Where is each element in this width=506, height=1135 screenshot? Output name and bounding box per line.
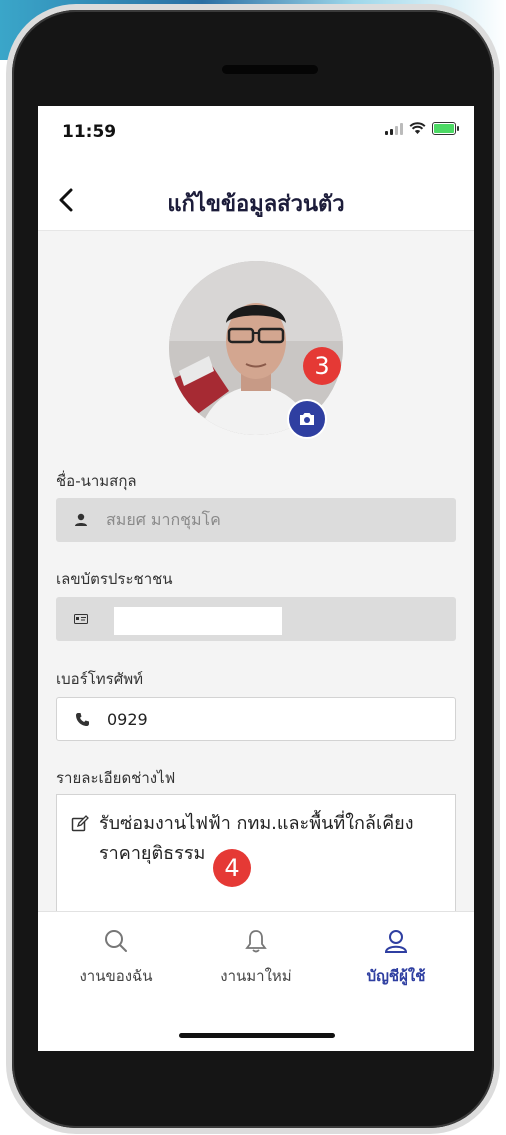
bell-icon bbox=[245, 930, 267, 953]
battery-icon bbox=[432, 122, 459, 135]
wifi-icon bbox=[409, 122, 426, 134]
search-icon bbox=[105, 930, 127, 952]
tab-new-jobs[interactable]: งานมาใหม่ bbox=[186, 928, 326, 988]
description-line-2: ราคายุติธรรม bbox=[99, 843, 206, 864]
phone-icon bbox=[71, 712, 93, 727]
id-card-label: เลขบัตรประชาชน bbox=[56, 570, 173, 588]
app-screen: 11:59 แก้ไขข้อมูลส่วนตัว 3 ชื่อ-นามสกุล … bbox=[38, 106, 474, 1051]
phone-field[interactable]: 0929 bbox=[56, 697, 456, 741]
profile-form: 3 ชื่อ-นามสกุล สมยศ มากชุมโค เลขบัตรประช… bbox=[38, 231, 474, 914]
tab-account[interactable]: บัญชีผู้ใช้ bbox=[326, 928, 466, 988]
phone-value: 0929 bbox=[107, 709, 148, 729]
name-value: สมยศ มากชุมโค bbox=[106, 509, 221, 529]
id-card-field bbox=[56, 597, 456, 641]
id-card-icon bbox=[70, 614, 92, 624]
signal-icon bbox=[385, 122, 403, 135]
phone-speaker bbox=[222, 65, 318, 74]
step-badge-description: 4 bbox=[213, 849, 251, 887]
camera-icon bbox=[300, 413, 314, 425]
step-badge-avatar: 3 bbox=[303, 347, 341, 385]
status-icons bbox=[385, 122, 459, 135]
change-photo-button[interactable] bbox=[287, 399, 327, 439]
home-indicator bbox=[179, 1033, 335, 1038]
description-line-1: รับซ่อมงานไฟฟ้า กทม.และพื้นที่ใกล้เคียง bbox=[99, 813, 414, 834]
redacted-block bbox=[114, 607, 282, 635]
page-title: แก้ไขข้อมูลส่วนตัว bbox=[167, 192, 345, 217]
tab-new-jobs-label: งานมาใหม่ bbox=[220, 967, 292, 985]
description-label: รายละเอียดช่างไฟ bbox=[56, 769, 176, 787]
tab-my-jobs[interactable]: งานของฉัน bbox=[46, 928, 186, 988]
name-field: สมยศ มากชุมโค bbox=[56, 498, 456, 542]
app-header: แก้ไขข้อมูลส่วนตัว bbox=[38, 172, 474, 231]
edit-icon bbox=[71, 815, 89, 837]
phone-label: เบอร์โทรศัพท์ bbox=[56, 670, 144, 688]
bottom-tab-bar: งานของฉัน งานมาใหม่ บัญชีผู้ใช้ bbox=[38, 911, 474, 1000]
tab-account-label: บัญชีผู้ใช้ bbox=[366, 967, 426, 985]
avatar-section: 3 bbox=[169, 261, 345, 439]
status-time: 11:59 bbox=[62, 122, 117, 142]
description-textarea[interactable]: รับซ่อมงานไฟฟ้า กทม.และพื้นที่ใกล้เคียง … bbox=[56, 794, 456, 914]
name-label: ชื่อ-นามสกุล bbox=[56, 472, 137, 490]
person-icon bbox=[70, 513, 92, 527]
user-icon bbox=[384, 930, 408, 953]
tab-my-jobs-label: งานของฉัน bbox=[79, 967, 153, 985]
